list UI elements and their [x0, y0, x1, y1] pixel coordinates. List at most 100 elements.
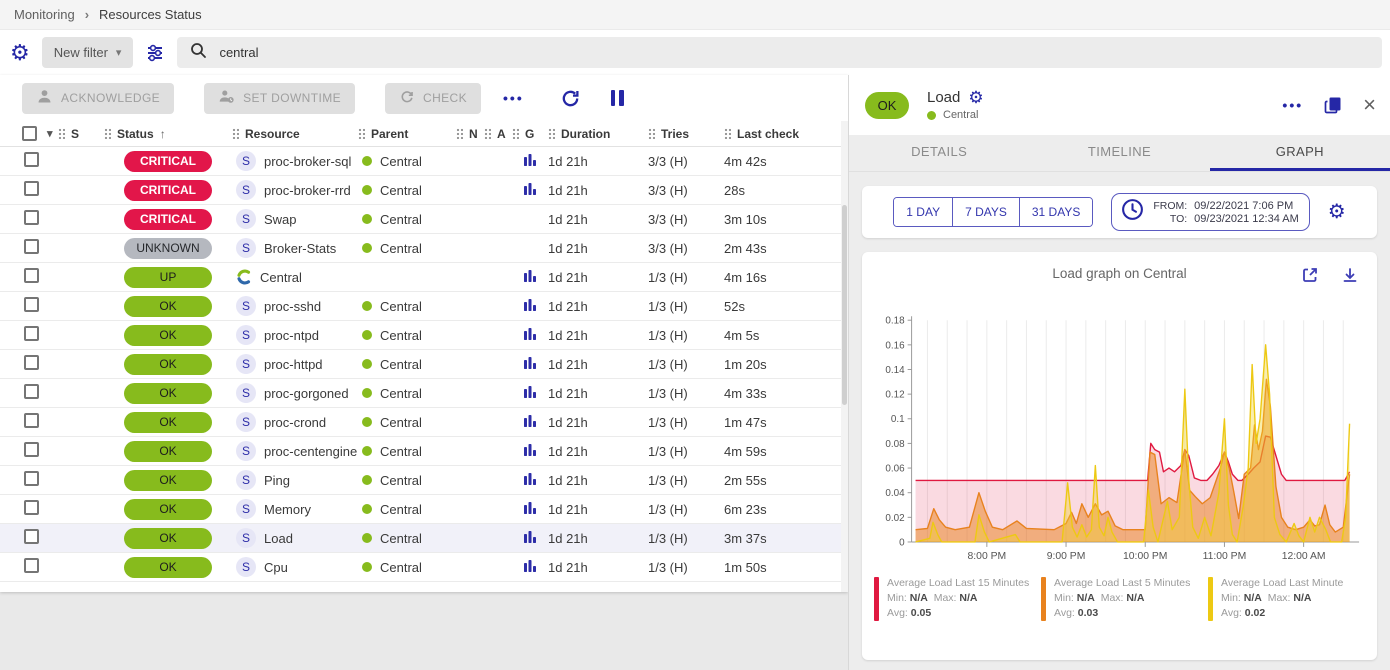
row-checkbox[interactable]: [24, 239, 39, 254]
bar-chart-icon[interactable]: [523, 472, 537, 489]
resource-name[interactable]: Memory: [264, 502, 311, 517]
table-row[interactable]: OK S proc-gorgoned Central 1d 21h 1/3 (H…: [0, 379, 848, 408]
column-header-a[interactable]: A: [484, 127, 512, 141]
table-row[interactable]: OK S proc-ntpd Central 1d 21h 1/3 (H) 4m…: [0, 321, 848, 350]
download-icon[interactable]: [1341, 266, 1359, 284]
close-icon[interactable]: ×: [1363, 94, 1376, 116]
parent-name[interactable]: Central: [380, 212, 422, 227]
table-row[interactable]: OK S proc-sshd Central 1d 21h 1/3 (H) 52…: [0, 292, 848, 321]
row-checkbox[interactable]: [24, 413, 39, 428]
resource-name[interactable]: proc-sshd: [264, 299, 321, 314]
open-in-new-icon[interactable]: [1301, 266, 1319, 284]
table-row[interactable]: OK S proc-centengine Central 1d 21h 1/3 …: [0, 437, 848, 466]
row-checkbox[interactable]: [24, 355, 39, 370]
breadcrumb-monitoring[interactable]: Monitoring: [14, 7, 75, 22]
table-row[interactable]: CRITICAL S Swap Central 1d 21h 3/3 (H) 3…: [0, 205, 848, 234]
row-checkbox[interactable]: [24, 297, 39, 312]
parent-name[interactable]: Central: [380, 328, 422, 343]
resource-name[interactable]: Swap: [264, 212, 297, 227]
bar-chart-icon[interactable]: [523, 501, 537, 518]
column-header-duration[interactable]: Duration: [548, 127, 648, 141]
bar-chart-icon[interactable]: [523, 182, 537, 199]
bar-chart-icon[interactable]: [523, 269, 537, 286]
refresh-icon[interactable]: [560, 88, 581, 109]
tab-details[interactable]: DETAILS: [849, 135, 1029, 171]
select-all-checkbox[interactable]: [22, 126, 37, 141]
row-checkbox[interactable]: [24, 558, 39, 573]
copy-link-icon[interactable]: [1323, 95, 1343, 115]
resource-name[interactable]: proc-ntpd: [264, 328, 319, 343]
resource-name[interactable]: Central: [260, 270, 302, 285]
row-checkbox[interactable]: [24, 442, 39, 457]
row-checkbox[interactable]: [24, 384, 39, 399]
bar-chart-icon[interactable]: [523, 356, 537, 373]
parent-name[interactable]: Central: [380, 241, 422, 256]
parent-name[interactable]: Central: [380, 531, 422, 546]
parent-name[interactable]: Central: [380, 183, 422, 198]
resource-name[interactable]: Load: [264, 531, 293, 546]
column-header-resource[interactable]: Resource: [232, 127, 358, 141]
row-checkbox[interactable]: [24, 326, 39, 341]
parent-name[interactable]: Central: [380, 357, 422, 372]
bar-chart-icon[interactable]: [523, 153, 537, 170]
table-row[interactable]: OK S proc-crond Central 1d 21h 1/3 (H) 1…: [0, 408, 848, 437]
column-header-status[interactable]: Status↑: [104, 127, 232, 141]
time-range-31-days[interactable]: 31 DAYS: [1020, 198, 1092, 226]
time-range-7-days[interactable]: 7 DAYS: [953, 198, 1020, 226]
bar-chart-icon[interactable]: [523, 385, 537, 402]
bar-chart-icon[interactable]: [523, 327, 537, 344]
bar-chart-icon[interactable]: [523, 559, 537, 576]
resource-settings-gear-icon[interactable]: ⚙: [968, 89, 983, 106]
panel-more-actions-icon[interactable]: •••: [1282, 97, 1303, 113]
row-checkbox[interactable]: [24, 268, 39, 283]
tab-graph[interactable]: GRAPH: [1210, 135, 1390, 171]
table-row[interactable]: UNKNOWN S Broker-Stats Central 1d 21h 3/…: [0, 234, 848, 263]
filter-settings-gear-icon[interactable]: ⚙: [10, 42, 30, 64]
breadcrumb-resources-status[interactable]: Resources Status: [99, 7, 202, 22]
pause-icon[interactable]: [611, 90, 624, 106]
parent-name[interactable]: Central: [380, 473, 422, 488]
column-header-n[interactable]: N: [456, 127, 484, 141]
table-row[interactable]: OK S Cpu Central 1d 21h 1/3 (H) 1m 50s: [0, 553, 848, 582]
row-checkbox[interactable]: [24, 529, 39, 544]
table-row[interactable]: CRITICAL S proc-broker-rrd Central 1d 21…: [0, 176, 848, 205]
column-header-g[interactable]: G: [512, 127, 548, 141]
bar-chart-icon[interactable]: [523, 530, 537, 547]
acknowledge-button[interactable]: ACKNOWLEDGE: [22, 83, 174, 114]
parent-name[interactable]: Central: [380, 154, 422, 169]
more-actions-icon[interactable]: •••: [503, 90, 524, 106]
resource-name[interactable]: proc-crond: [264, 415, 326, 430]
bar-chart-icon[interactable]: [523, 443, 537, 460]
check-button[interactable]: CHECK: [385, 83, 481, 114]
row-checkbox[interactable]: [24, 181, 39, 196]
column-header-tries[interactable]: Tries: [648, 127, 724, 141]
table-row[interactable]: OK S Ping Central 1d 21h 1/3 (H) 2m 55s: [0, 466, 848, 495]
parent-name[interactable]: Central: [380, 299, 422, 314]
resource-name[interactable]: proc-gorgoned: [264, 386, 349, 401]
search-field[interactable]: [177, 37, 1382, 68]
row-checkbox[interactable]: [24, 210, 39, 225]
tune-filter-icon[interactable]: [145, 43, 165, 63]
time-range-1-day[interactable]: 1 DAY: [894, 198, 953, 226]
bar-chart-icon[interactable]: [523, 414, 537, 431]
resource-name[interactable]: proc-broker-sql: [264, 154, 351, 169]
tab-timeline[interactable]: TIMELINE: [1029, 135, 1209, 171]
resource-name[interactable]: proc-centengine: [264, 444, 357, 459]
table-row[interactable]: OK S Memory Central 1d 21h 1/3 (H) 6m 23…: [0, 495, 848, 524]
table-row[interactable]: OK S Load Central 1d 21h 1/3 (H) 3m 37s: [0, 524, 848, 553]
parent-name[interactable]: Central: [380, 502, 422, 517]
column-header-parent[interactable]: Parent: [358, 127, 456, 141]
set-downtime-button[interactable]: SET DOWNTIME: [204, 83, 355, 114]
table-row[interactable]: OK S proc-httpd Central 1d 21h 1/3 (H) 1…: [0, 350, 848, 379]
parent-name[interactable]: Central: [380, 386, 422, 401]
table-row[interactable]: CRITICAL S proc-broker-sql Central 1d 21…: [0, 147, 848, 176]
graph-settings-gear-icon[interactable]: ⚙: [1328, 202, 1346, 222]
resource-name[interactable]: Cpu: [264, 560, 288, 575]
row-checkbox[interactable]: [24, 471, 39, 486]
table-row[interactable]: UP Central 1d 21h 1/3 (H) 4m 16s: [0, 263, 848, 292]
parent-name[interactable]: Central: [380, 560, 422, 575]
parent-name[interactable]: Central: [380, 415, 422, 430]
bar-chart-icon[interactable]: [523, 298, 537, 315]
custom-time-range[interactable]: FROM: 09/22/2021 7:06 PM TO: 09/23/2021 …: [1111, 193, 1309, 231]
resource-name[interactable]: proc-broker-rrd: [264, 183, 351, 198]
